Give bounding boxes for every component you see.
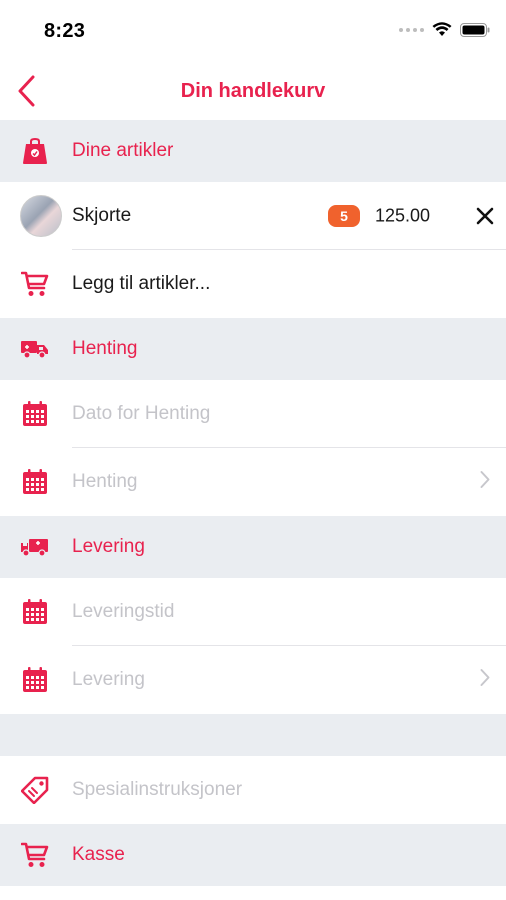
delivery-time-row[interactable]: Leveringstid	[0, 578, 506, 646]
cart-icon	[20, 840, 50, 870]
pickup-time-row[interactable]: Henting	[0, 448, 506, 516]
battery-icon	[460, 22, 490, 37]
delivery-date-field: Levering	[72, 669, 145, 690]
section-header-delivery: Levering	[0, 516, 506, 578]
add-items-row[interactable]: Legg til artikler...	[0, 250, 506, 318]
section-title-pickup: Henting	[72, 338, 138, 359]
calendar-icon	[20, 399, 50, 429]
quantity-badge: 5	[328, 205, 360, 227]
section-header-checkout: Kasse	[0, 824, 506, 886]
pickup-date-row[interactable]: Dato for Henting	[0, 380, 506, 448]
chevron-right-icon	[480, 669, 490, 692]
back-button[interactable]	[8, 72, 44, 110]
cart-item-name: Skjorte	[72, 205, 132, 226]
pickup-truck-icon	[20, 334, 50, 364]
cart-item-price: 125.00	[374, 205, 430, 226]
section-header-articles: Dine artikler	[0, 120, 506, 182]
calendar-icon	[20, 665, 50, 695]
section-spacer	[0, 714, 506, 756]
cart-icon	[20, 269, 50, 299]
remove-item-button[interactable]	[474, 205, 496, 227]
status-time: 8:23	[44, 20, 86, 42]
section-title-checkout: Kasse	[72, 844, 125, 865]
status-bar: 8:23	[0, 0, 506, 62]
status-icons	[399, 22, 490, 37]
nav-bar: Din handlekurv	[0, 62, 506, 120]
section-title-articles: Dine artikler	[72, 140, 174, 161]
pickup-time-field: Henting	[72, 471, 138, 492]
close-icon	[476, 207, 494, 225]
cart-item-row[interactable]: Skjorte 5 125.00	[0, 182, 506, 250]
section-title-delivery: Levering	[72, 536, 145, 557]
page-title: Din handlekurv	[180, 79, 326, 102]
delivery-truck-icon	[20, 532, 50, 562]
chevron-left-icon	[18, 75, 35, 107]
section-header-pickup: Henting	[0, 318, 506, 380]
delivery-time-field: Leveringstid	[72, 601, 175, 622]
special-instructions-row[interactable]: Spesialinstruksjoner	[0, 756, 506, 824]
delivery-date-row[interactable]: Levering	[0, 646, 506, 714]
pickup-date-field: Dato for Henting	[72, 403, 211, 424]
signal-icon	[399, 27, 424, 32]
chevron-right-icon	[480, 471, 490, 494]
calendar-icon	[20, 597, 50, 627]
item-thumbnail	[20, 195, 62, 237]
calendar-icon	[20, 467, 50, 497]
tag-icon	[20, 775, 50, 805]
special-instructions-field: Spesialinstruksjoner	[72, 779, 243, 800]
add-items-label: Legg til artikler...	[72, 273, 211, 294]
wifi-icon	[432, 22, 452, 37]
shopping-bag-icon	[20, 136, 50, 166]
